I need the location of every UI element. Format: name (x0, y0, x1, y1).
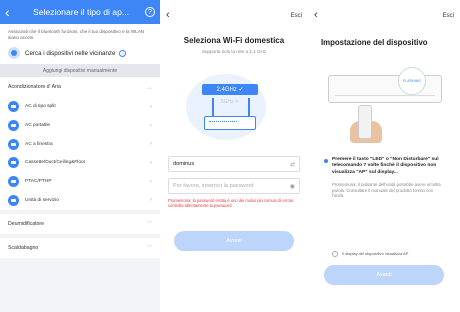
bullet-icon (324, 159, 328, 163)
radio-icon (332, 250, 338, 257)
screens: ‹ Selezionare il tipo di ap... ? Assicur… (0, 0, 460, 312)
chevron-right-icon: › (150, 178, 152, 185)
service-unit-icon (8, 194, 19, 206)
eye-icon[interactable]: ◉ (290, 183, 295, 190)
router-icon (204, 116, 256, 130)
password-field[interactable]: Per favore, inserisci la password ◉ (168, 178, 300, 194)
radar-icon (8, 47, 20, 60)
page-subtitle: Supporta solo la rete a 2,4 GHz (201, 49, 267, 54)
section-title: Acondizionatore d' Aria (8, 84, 61, 91)
list-item[interactable]: AC a finestra › (0, 135, 160, 154)
ssid-field[interactable]: dominus ⇄ (168, 156, 300, 172)
ap-confirm-checkbox[interactable]: Il display del dispositivo visualizza AP (332, 250, 460, 257)
chevron-right-icon: › (150, 197, 152, 204)
chevron-down-icon: ﹀ (146, 221, 152, 228)
ac-remote-illustration: FLASHING (308, 61, 460, 147)
back-icon[interactable]: ‹ (5, 5, 17, 19)
top-bar: ‹ Esci (308, 0, 460, 22)
ac-window-icon (8, 138, 19, 150)
switch-network-icon[interactable]: ⇄ (290, 161, 295, 168)
info-text: Assicurati che il bluetooth funzioni, ch… (0, 24, 160, 45)
info-icon[interactable]: i (119, 49, 127, 57)
help-icon[interactable]: ? (145, 7, 155, 17)
chevron-right-icon: › (150, 159, 152, 166)
remote-control-icon (358, 105, 372, 139)
device-type-list: AC di tipo split › AC portatile › AC a fin… (0, 97, 160, 210)
manual-add-divider: Aggiungi dispositivi manualmente (0, 64, 160, 78)
page-title: Selezionare il tipo di ap... (32, 7, 130, 17)
wifi-select-screen: ‹ Esci Seleziona Wi-Fi domestica Support… (160, 0, 308, 312)
device-type-screen: ‹ Selezionare il tipo di ap... ? Assicur… (0, 0, 160, 312)
chevron-right-icon: › (150, 141, 152, 148)
section-water-heater[interactable]: Scaldabagno ﹀ (0, 237, 160, 258)
ptac-icon (8, 176, 19, 188)
header-bar: ‹ Selezionare il tipo di ap... ? (0, 0, 160, 24)
ac-cassette-icon (8, 157, 19, 169)
ssid-value: dominus (173, 161, 195, 167)
ac-portable-icon (8, 120, 19, 131)
page-title: Impostazione del dispositivo (321, 38, 428, 47)
chevron-up-icon: ︿ (146, 84, 152, 91)
list-item[interactable]: Unità di servizio › (0, 191, 160, 210)
list-item[interactable]: AC portatile › (0, 116, 160, 135)
back-icon[interactable]: ‹ (314, 10, 318, 21)
chevron-right-icon: › (150, 122, 152, 129)
router-illustration: 2.4GHz ✓ 5GHz ✕ (160, 62, 308, 144)
list-item[interactable]: PTAC/PTHP › (0, 172, 160, 191)
page-title: Seleziona Wi-Fi domestica (183, 36, 285, 45)
list-item[interactable]: AC di tipo split › (0, 97, 160, 116)
wifi-5ghz-badge: 5GHz ✕ (220, 98, 240, 105)
top-bar: ‹ Esci (160, 0, 308, 22)
instruction-step: Premere il tasto "LED" o "Non Disturbare… (324, 157, 444, 176)
exit-button[interactable]: Esci (291, 13, 302, 19)
ac-split-icon (8, 101, 19, 113)
section-air-conditioner[interactable]: Acondizionatore d' Aria ︿ (0, 77, 160, 98)
exit-button[interactable]: Esci (443, 13, 454, 19)
flashing-badge: FLASHING (398, 67, 426, 95)
back-icon[interactable]: ‹ (166, 10, 170, 21)
next-button[interactable]: Avanti (174, 230, 294, 251)
chevron-right-icon: › (150, 103, 152, 110)
password-placeholder: Per favore, inserisci la password (173, 183, 254, 189)
section-dehumidifier[interactable]: Deumidificatore ﹀ (0, 213, 160, 234)
reminder-text: Promemoria: Il pulsante dell'unità potre… (332, 182, 441, 199)
list-item[interactable]: Cassette/Duct/Ceiling&Floor › (0, 154, 160, 173)
reminder-text: Promemoria: la password errata è uno dei… (168, 198, 295, 209)
search-label: Cerca i dispositivi nelle vicinanze (25, 49, 116, 57)
device-setup-screen: ‹ Esci Impostazione del dispositivo FLAS… (308, 0, 460, 312)
nearby-search-button[interactable]: Cerca i dispositivi nelle vicinanze i (0, 44, 160, 65)
next-button[interactable]: Avanti (324, 264, 444, 285)
chevron-down-icon: ﹀ (146, 245, 152, 252)
wifi-24ghz-badge: 2.4GHz ✓ (202, 84, 258, 95)
